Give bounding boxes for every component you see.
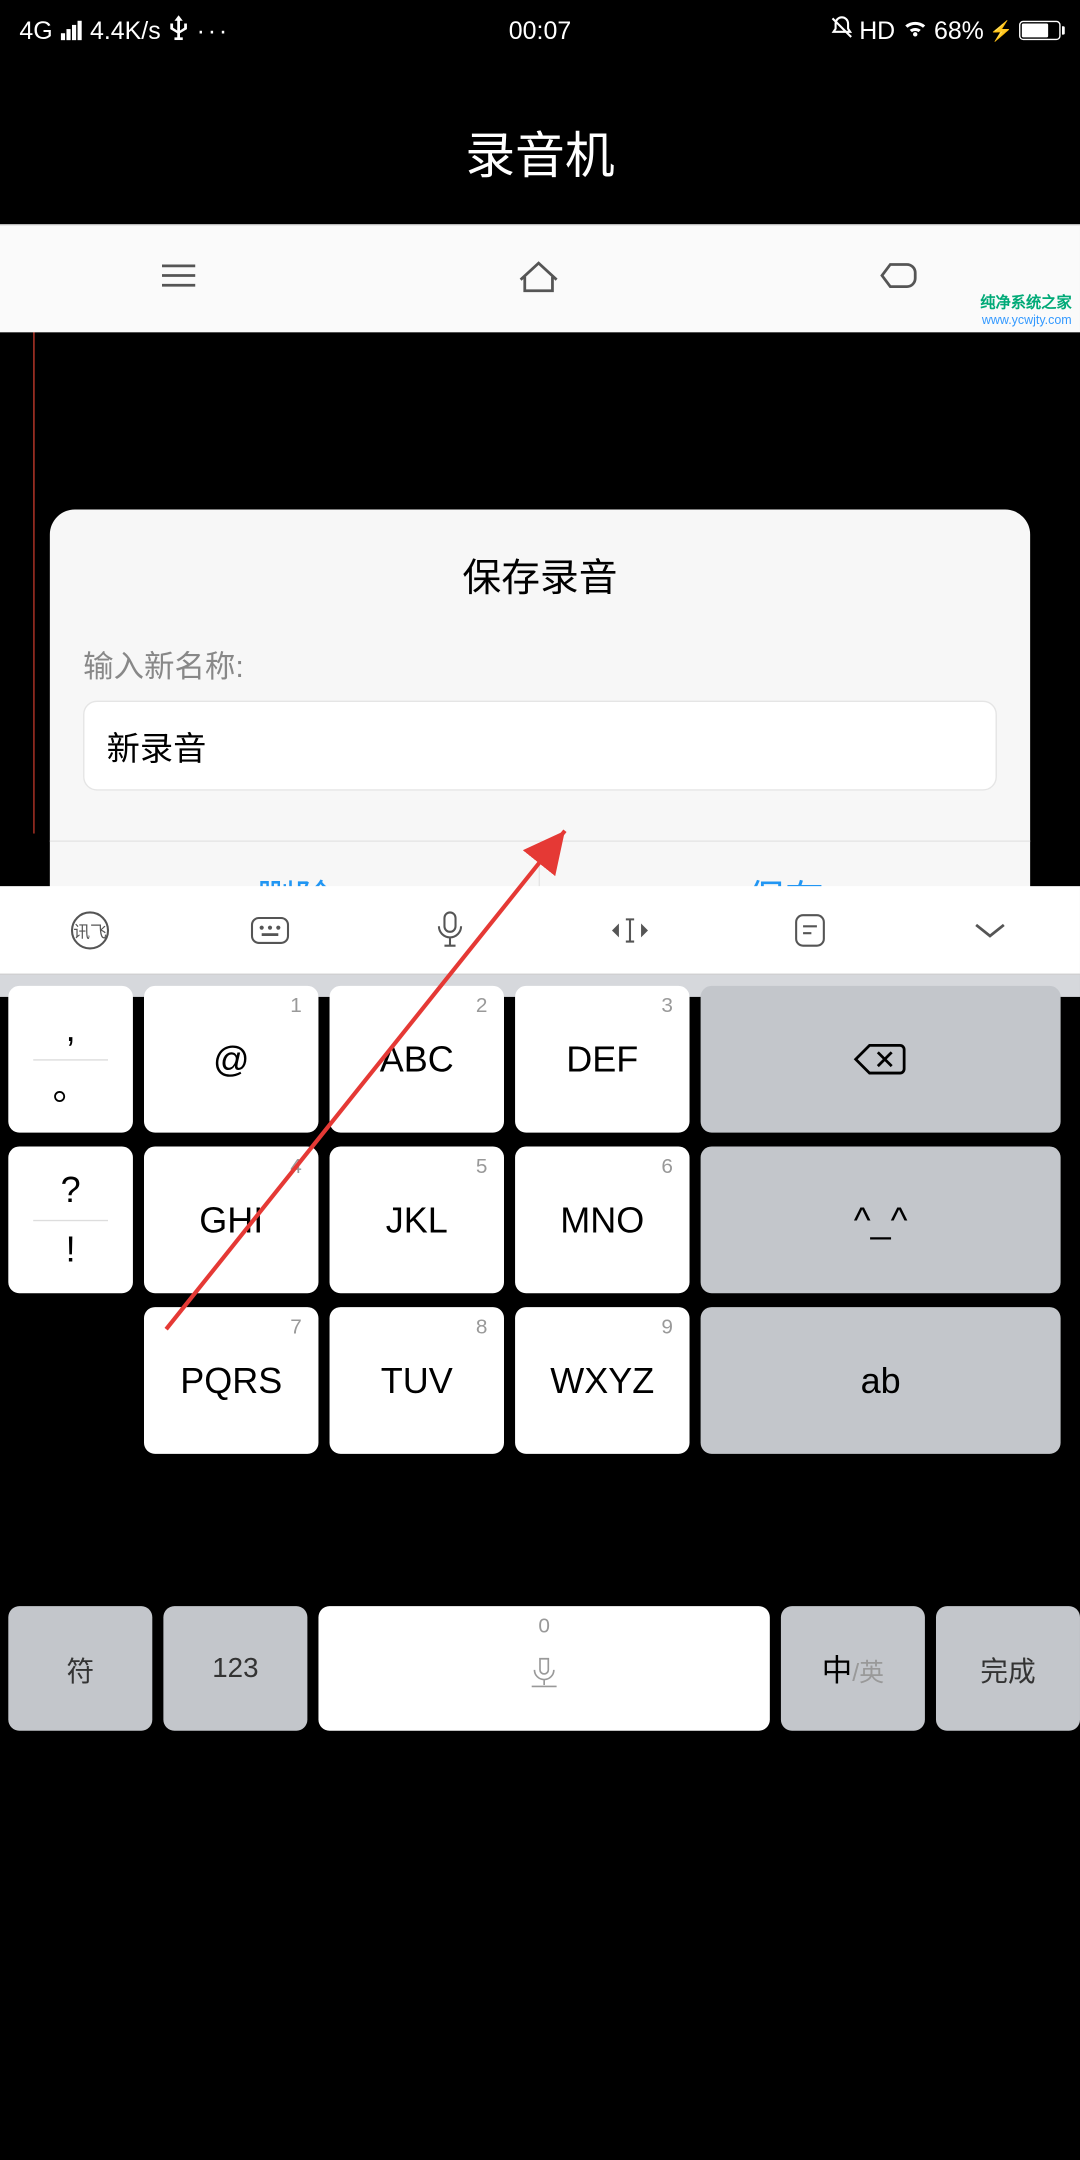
recording-name-input[interactable]: 新录音 [83,701,997,791]
recents-icon[interactable] [157,259,201,299]
clipboard-icon[interactable] [786,906,833,953]
mic-icon[interactable] [426,906,473,953]
svg-text:讯飞: 讯飞 [73,922,106,941]
key-ghi[interactable]: 4GHI [144,1146,318,1293]
key-done[interactable]: 完成 [936,1606,1080,1731]
home-icon[interactable] [515,258,562,301]
key-emoticon[interactable]: ^_^ [701,1146,1061,1293]
collapse-keyboard-icon[interactable] [966,906,1013,953]
charging-icon: ⚡ [989,19,1013,43]
key-ab[interactable]: ab [701,1307,1061,1454]
keyboard: ,。 1@ 2ABC 3DEF ?! 4GHI 5JKL 6MNO ^_^ 7P… [0,975,1080,997]
data-speed: 4.4K/s [90,16,161,45]
status-right: HD 68% ⚡ [829,15,1061,47]
backspace-icon [853,1040,908,1079]
key-jkl[interactable]: 5JKL [330,1146,504,1293]
key-space[interactable]: 0 [318,1606,769,1731]
usb-icon [169,15,188,47]
key-def[interactable]: 3DEF [515,986,689,1133]
ime-brand-icon[interactable]: 讯飞 [66,906,113,953]
watermark: 纯净系统之家 www.ycwjty.com [980,291,1071,327]
key-mno[interactable]: 6MNO [515,1146,689,1293]
key-at[interactable]: 1@ [144,986,318,1133]
hd-label: HD [859,16,895,45]
key-comma[interactable]: ,。 [8,986,133,1133]
system-navbar [0,224,1080,332]
more-icon: ··· [197,16,230,45]
wifi-icon [901,16,929,45]
dialog-label: 输入新名称: [83,642,997,686]
back-icon[interactable] [876,259,923,299]
key-symbol[interactable]: 符 [8,1606,152,1731]
key-tuv[interactable]: 8TUV [330,1307,504,1454]
key-question[interactable]: ?! [8,1146,133,1293]
mic-small-icon [521,1653,568,1692]
status-left: 4G 4.4K/s ··· [19,15,230,47]
battery-pct: 68% [934,16,984,45]
page-title: 录音机 [0,116,1080,188]
playhead[interactable] [33,307,34,833]
battery-icon [1019,21,1061,40]
key-wxyz[interactable]: 9WXYZ [515,1307,689,1454]
key-pqrs[interactable]: 7PQRS [144,1307,318,1454]
clock: 00:07 [509,16,571,45]
dnd-icon [829,15,854,47]
cursor-icon[interactable] [606,906,653,953]
key-backspace[interactable] [701,986,1061,1133]
signal-icon [61,21,82,40]
key-abc[interactable]: 2ABC [330,986,504,1133]
key-language[interactable]: 中/英 [781,1606,925,1731]
network-type: 4G [19,16,52,45]
key-123[interactable]: 123 [163,1606,307,1731]
status-bar: 4G 4.4K/s ··· 00:07 HD 68% ⚡ [0,0,1080,61]
keyboard-icon[interactable] [246,906,293,953]
keyboard-toolbar: 讯飞 [0,886,1080,975]
dialog-title: 保存录音 [50,548,1030,603]
